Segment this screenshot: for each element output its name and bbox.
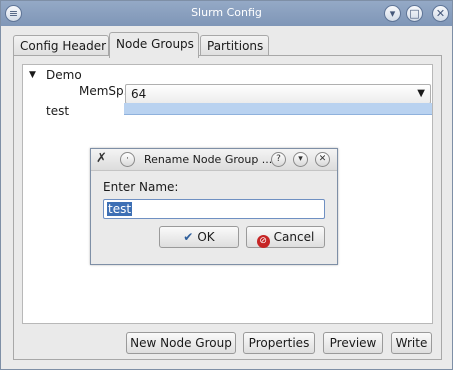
cancel-button[interactable]: ⊘ Cancel bbox=[246, 226, 325, 248]
checkmark-icon: ✔ bbox=[183, 230, 194, 244]
close-icon[interactable]: ✕ bbox=[432, 5, 449, 22]
dialog-title: Rename Node Group ... bbox=[144, 153, 273, 166]
memspec-value: 64 bbox=[131, 87, 147, 101]
new-node-group-button[interactable]: New Node Group bbox=[126, 332, 236, 354]
tab-node-groups[interactable]: Node Groups bbox=[109, 32, 199, 58]
ok-button[interactable]: ✔ OK bbox=[159, 226, 239, 248]
app-icon: ✗ bbox=[96, 151, 107, 166]
help-icon[interactable]: ? bbox=[271, 152, 286, 167]
expand-arrow-icon[interactable]: ▼ bbox=[29, 70, 36, 80]
maximize-icon[interactable]: □ bbox=[406, 5, 423, 22]
dialog-minimize-icon[interactable]: ▾ bbox=[293, 152, 308, 167]
rename-dialog: ✗ · Rename Node Group ... ? ▾ ✕ Enter Na… bbox=[90, 148, 338, 265]
group-name-test: test bbox=[46, 104, 70, 118]
chevron-down-icon: ▼ bbox=[417, 88, 425, 99]
tree-row-test[interactable]: test bbox=[23, 103, 432, 123]
selection-highlight bbox=[124, 103, 432, 115]
ok-label: OK bbox=[197, 230, 215, 244]
minimize-icon[interactable]: ▾ bbox=[384, 5, 401, 22]
enter-name-label: Enter Name: bbox=[103, 180, 179, 194]
cancel-icon: ⊘ bbox=[256, 235, 270, 248]
preview-button[interactable]: Preview bbox=[323, 332, 383, 354]
memspec-combobox[interactable]: 64 ▼ bbox=[125, 84, 431, 104]
dialog-titlebar[interactable]: ✗ · Rename Node Group ... ? ▾ ✕ bbox=[91, 149, 337, 171]
properties-button[interactable]: Properties bbox=[243, 332, 315, 354]
main-window: ≡ Slurm Config ▾ □ ✕ Config Header Node … bbox=[0, 0, 453, 370]
dialog-close-icon[interactable]: ✕ bbox=[315, 152, 330, 167]
tab-partitions[interactable]: Partitions bbox=[200, 35, 269, 57]
name-input[interactable]: test bbox=[103, 199, 325, 219]
window-titlebar[interactable]: ≡ Slurm Config ▾ □ ✕ bbox=[1, 1, 452, 26]
write-button[interactable]: Write bbox=[391, 332, 432, 354]
dialog-menu-icon[interactable]: · bbox=[120, 152, 135, 167]
name-input-text: test bbox=[107, 202, 133, 216]
tree-row-memspec[interactable]: MemSp... 64 ▼ bbox=[23, 80, 432, 104]
cancel-label: Cancel bbox=[273, 230, 315, 244]
tab-config-header[interactable]: Config Header bbox=[13, 35, 109, 57]
